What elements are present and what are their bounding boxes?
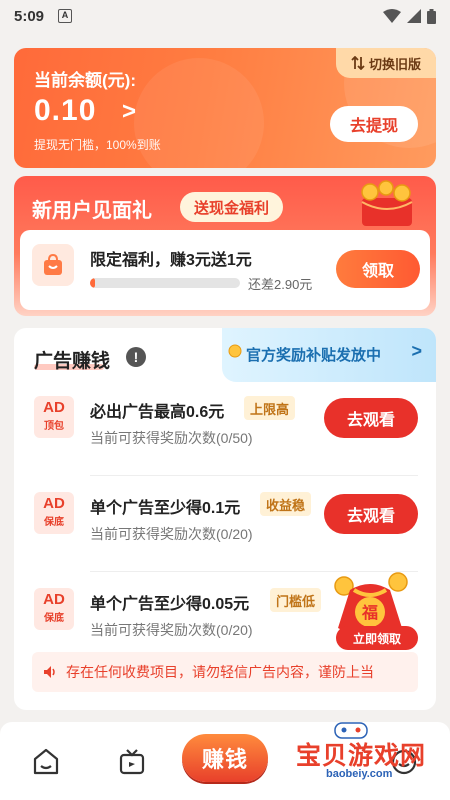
ad-badge-top: AD <box>43 399 65 416</box>
welfare-remaining: 还差2.90元 <box>248 277 313 292</box>
balance-amount[interactable]: 0.10 <box>34 94 96 128</box>
chevron-right-icon: > <box>411 341 422 361</box>
limited-welfare-panel: 限定福利，赚3元送1元 还差2.90元 领取 <box>20 230 430 310</box>
ad-task-tag: 门槛低 <box>270 588 322 612</box>
notification-icon: A <box>58 9 73 23</box>
signal-icon <box>407 9 421 23</box>
claim-button[interactable]: 领取 <box>336 250 420 288</box>
speaker-icon <box>44 666 55 678</box>
ad-badge: AD 保底 <box>34 588 74 630</box>
fraud-notice: 存在任何收费项目，请勿轻信广告内容，谨防上当 <box>32 652 418 692</box>
swap-icon <box>351 56 365 70</box>
status-icons <box>383 8 436 24</box>
limited-welfare-title: 限定福利，赚3元送1元 <box>90 252 252 269</box>
wifi-icon <box>383 9 401 23</box>
ad-badge-bottom: 顶包 <box>44 421 64 432</box>
info-icon[interactable]: ! <box>126 347 146 367</box>
cash-welfare-tag: 送现金福利 <box>180 192 284 222</box>
status-bar: 5:09 A <box>0 0 450 32</box>
ad-task-name: 单个广告至少得0.05元 <box>90 596 250 613</box>
switch-version-button[interactable]: 切换旧版 <box>336 48 436 78</box>
ad-task-count: 当前可获得奖励次数(0/50) <box>90 430 253 446</box>
welfare-progress-fill <box>90 278 95 288</box>
ad-task-tag: 收益稳 <box>260 492 312 516</box>
welfare-progress-bar <box>90 278 240 288</box>
nav-home-icon[interactable] <box>26 742 66 782</box>
nav-tv-icon[interactable] <box>112 742 152 782</box>
balance-subtitle: 提现无门槛，100%到账 <box>34 138 161 152</box>
chevron-right-icon[interactable]: > <box>122 98 136 126</box>
new-user-card: 新用户见面礼 送现金福利 限定福利，赚3元送1元 还差2.90元 领取 <box>14 176 436 316</box>
red-envelope-coins-icon <box>361 180 413 226</box>
ad-badge-top: AD <box>43 591 65 608</box>
watch-ad-button[interactable]: 去观看 <box>324 494 418 534</box>
subsidy-banner-text: 官方奖励补贴发放中 <box>246 347 382 364</box>
ad-task-count: 当前可获得奖励次数(0/20) <box>90 526 253 542</box>
withdraw-button[interactable]: 去提现 <box>330 106 418 142</box>
watch-ad-button[interactable]: 去观看 <box>324 398 418 438</box>
watermark-title: 宝贝游戏网 <box>296 742 427 770</box>
ad-badge: AD 保底 <box>34 492 74 534</box>
ad-task-count: 当前可获得奖励次数(0/20) <box>90 622 253 638</box>
fraud-notice-text: 存在任何收费项目，请勿轻信广告内容，谨防上当 <box>66 664 374 680</box>
nav-earn-button[interactable]: 赚钱 <box>182 734 268 782</box>
watermark-url: baobeiy.com <box>326 768 393 780</box>
subsidy-banner[interactable]: 官方奖励补贴发放中 > <box>222 328 436 382</box>
lucky-bag-glyph: 福 <box>361 603 378 622</box>
ad-badge-top: AD <box>43 495 65 512</box>
status-time: 5:09 <box>14 7 45 25</box>
ad-earning-card: 广告赚钱 ! 官方奖励补贴发放中 > AD 顶包 必出广告最高0.6元 上限高 … <box>14 328 436 710</box>
battery-icon <box>427 8 436 24</box>
ad-task-row: AD 顶包 必出广告最高0.6元 上限高 当前可获得奖励次数(0/50) 去观看 <box>14 380 436 476</box>
ad-badge: AD 顶包 <box>34 396 74 438</box>
ad-badge-bottom: 保底 <box>44 517 64 528</box>
new-user-title: 新用户见面礼 <box>32 200 152 222</box>
ad-task-name: 必出广告最高0.6元 <box>90 404 225 421</box>
coin-icon <box>228 344 242 358</box>
shopping-bag-icon <box>32 244 74 286</box>
ad-section-title: 广告赚钱 <box>34 351 111 372</box>
claim-now-button[interactable]: 立即领取 <box>336 626 418 650</box>
ad-badge-bottom: 保底 <box>44 613 64 624</box>
ad-task-tag: 上限高 <box>244 396 296 420</box>
balance-label: 当前余额(元): <box>34 71 136 90</box>
switch-version-label: 切换旧版 <box>368 56 421 72</box>
ad-task-name: 单个广告至少得0.1元 <box>90 500 241 517</box>
balance-card: 当前余额(元): 0.10 > 提现无门槛，100%到账 切换旧版 去提现 <box>14 48 436 168</box>
site-watermark: 宝贝游戏网 baobeiy.com <box>296 722 446 784</box>
